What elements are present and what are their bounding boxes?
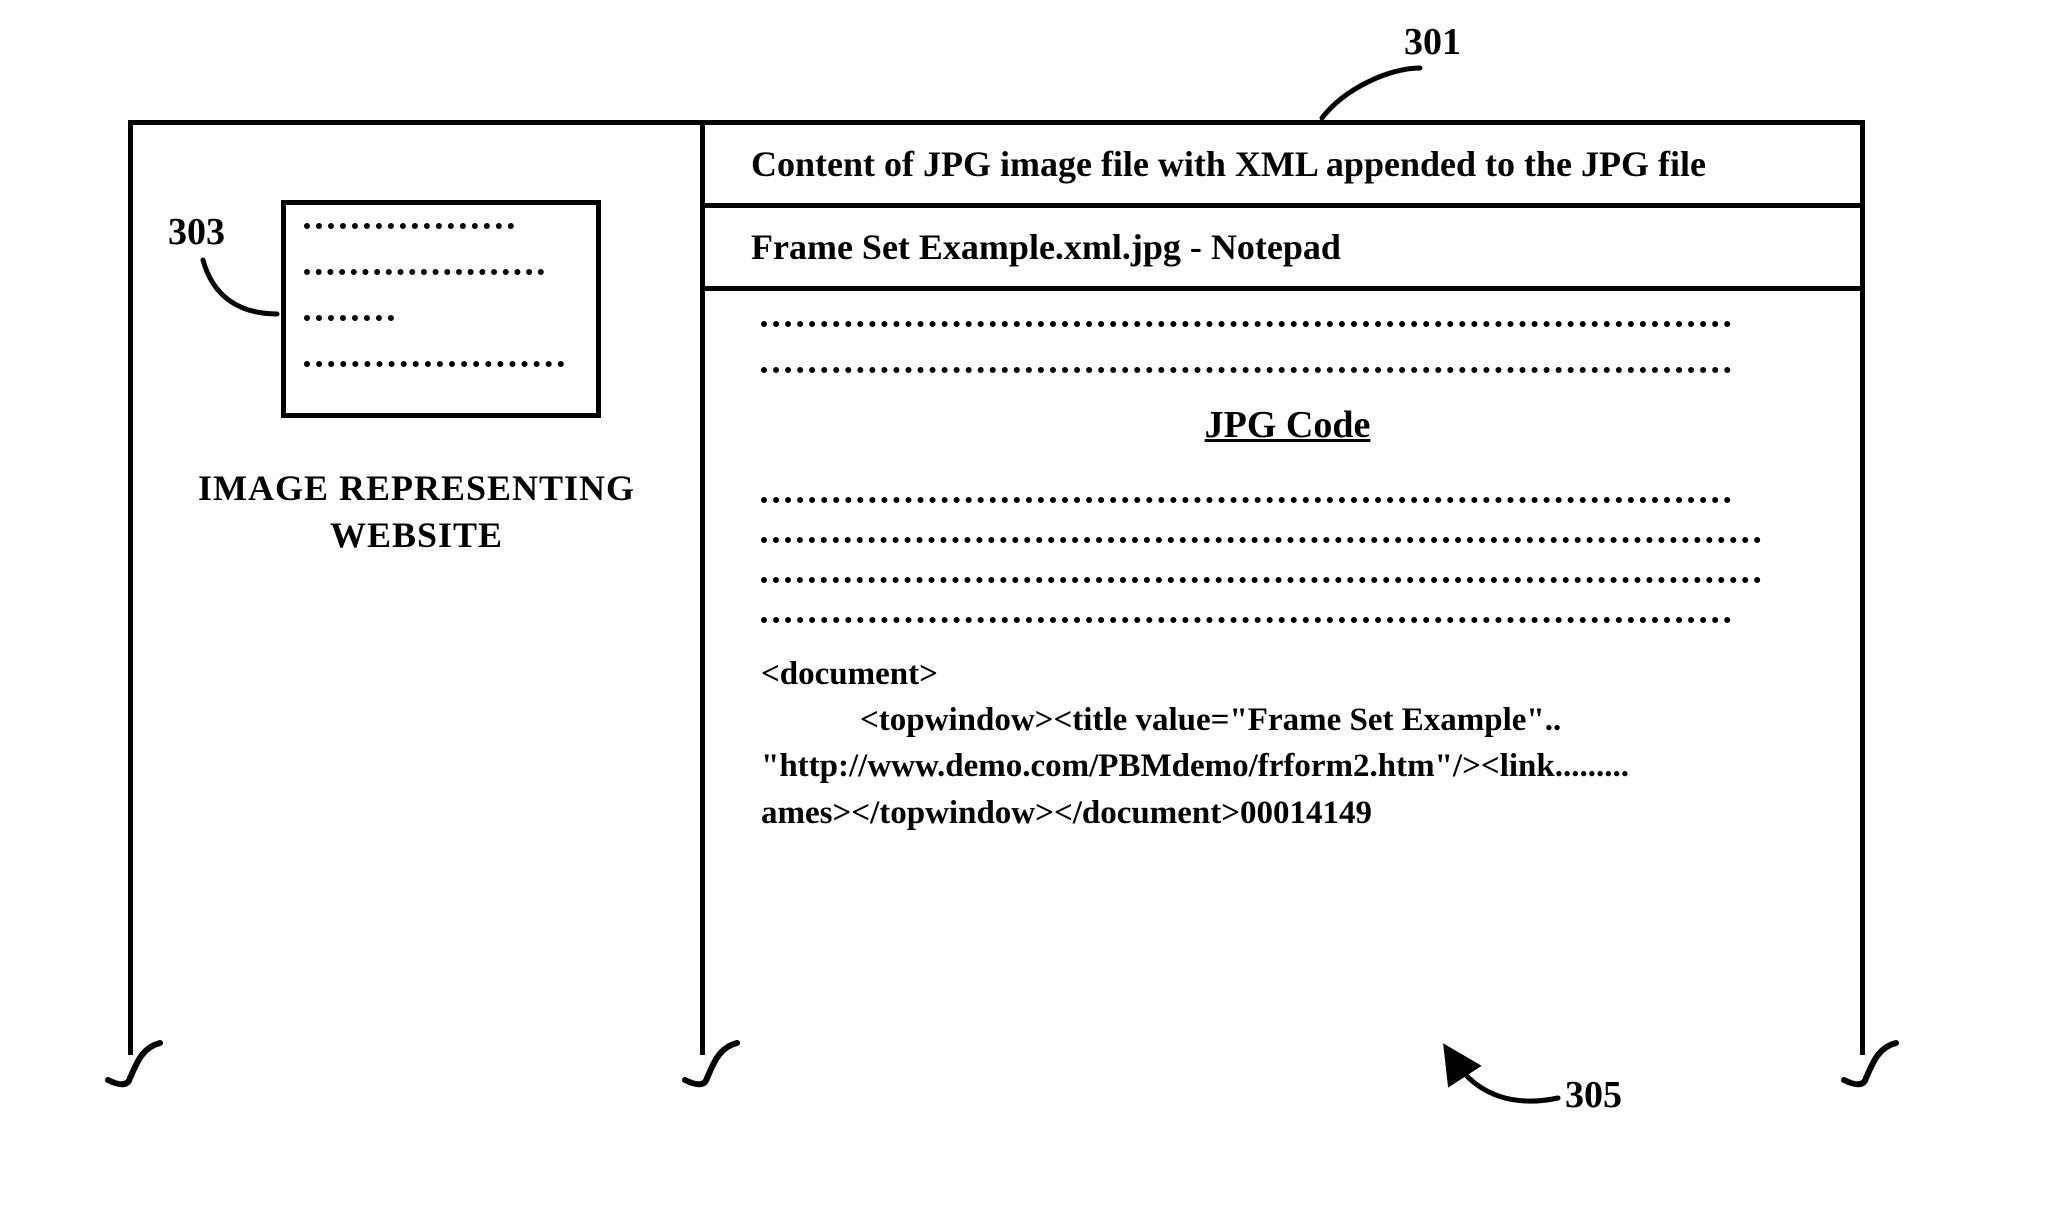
ref-label-305: 305 xyxy=(1565,1073,1622,1117)
left-caption-line1: IMAGE REPRESENTING xyxy=(133,465,700,512)
jpg-code-label: JPG Code xyxy=(761,403,1814,447)
content-placeholder-line xyxy=(761,367,1731,373)
content-placeholder-line xyxy=(761,537,1761,543)
thumb-line xyxy=(304,361,578,391)
xml-appended-block: <document> <topwindow><title value="Fram… xyxy=(761,651,1814,836)
ref-label-303: 303 xyxy=(168,210,225,254)
lead-line-301 xyxy=(1310,58,1450,128)
right-header-1: Content of JPG image file with XML appen… xyxy=(705,125,1860,208)
left-caption-line2: WEBSITE xyxy=(133,512,700,559)
right-pane: Content of JPG image file with XML appen… xyxy=(705,125,1860,1055)
diagram-stage: 301 IMAGE REPRESENTING WEBSITE Content o… xyxy=(0,0,2064,1231)
thumb-line xyxy=(304,223,578,269)
break-mark-icon xyxy=(100,1038,170,1098)
thumb-line xyxy=(304,269,578,315)
content-placeholder-line xyxy=(761,497,1731,503)
xml-line: ames></topwindow></document>00014149 xyxy=(761,795,1372,831)
break-mark-icon xyxy=(1836,1038,1906,1098)
content-placeholder-line xyxy=(761,577,1761,583)
xml-line: <document> xyxy=(761,656,938,692)
break-mark-icon xyxy=(677,1038,747,1098)
content-placeholder-line xyxy=(761,321,1731,327)
left-caption: IMAGE REPRESENTING WEBSITE xyxy=(133,465,700,559)
lead-line-305 xyxy=(1430,1050,1570,1120)
lead-line-303 xyxy=(195,252,295,332)
figure-frame: IMAGE REPRESENTING WEBSITE Content of JP… xyxy=(128,120,1865,1055)
right-header-2: Frame Set Example.xml.jpg - Notepad xyxy=(705,208,1860,291)
right-body: JPG Code <document> <topwindow><title va… xyxy=(705,291,1860,1055)
website-thumbnail-box xyxy=(281,200,601,418)
xml-line: "http://www.demo.com/PBMdemo/frform2.htm… xyxy=(761,748,1629,784)
content-placeholder-line xyxy=(761,617,1731,623)
thumb-line xyxy=(304,315,578,361)
xml-line: <topwindow><title value="Frame Set Examp… xyxy=(761,702,1561,738)
